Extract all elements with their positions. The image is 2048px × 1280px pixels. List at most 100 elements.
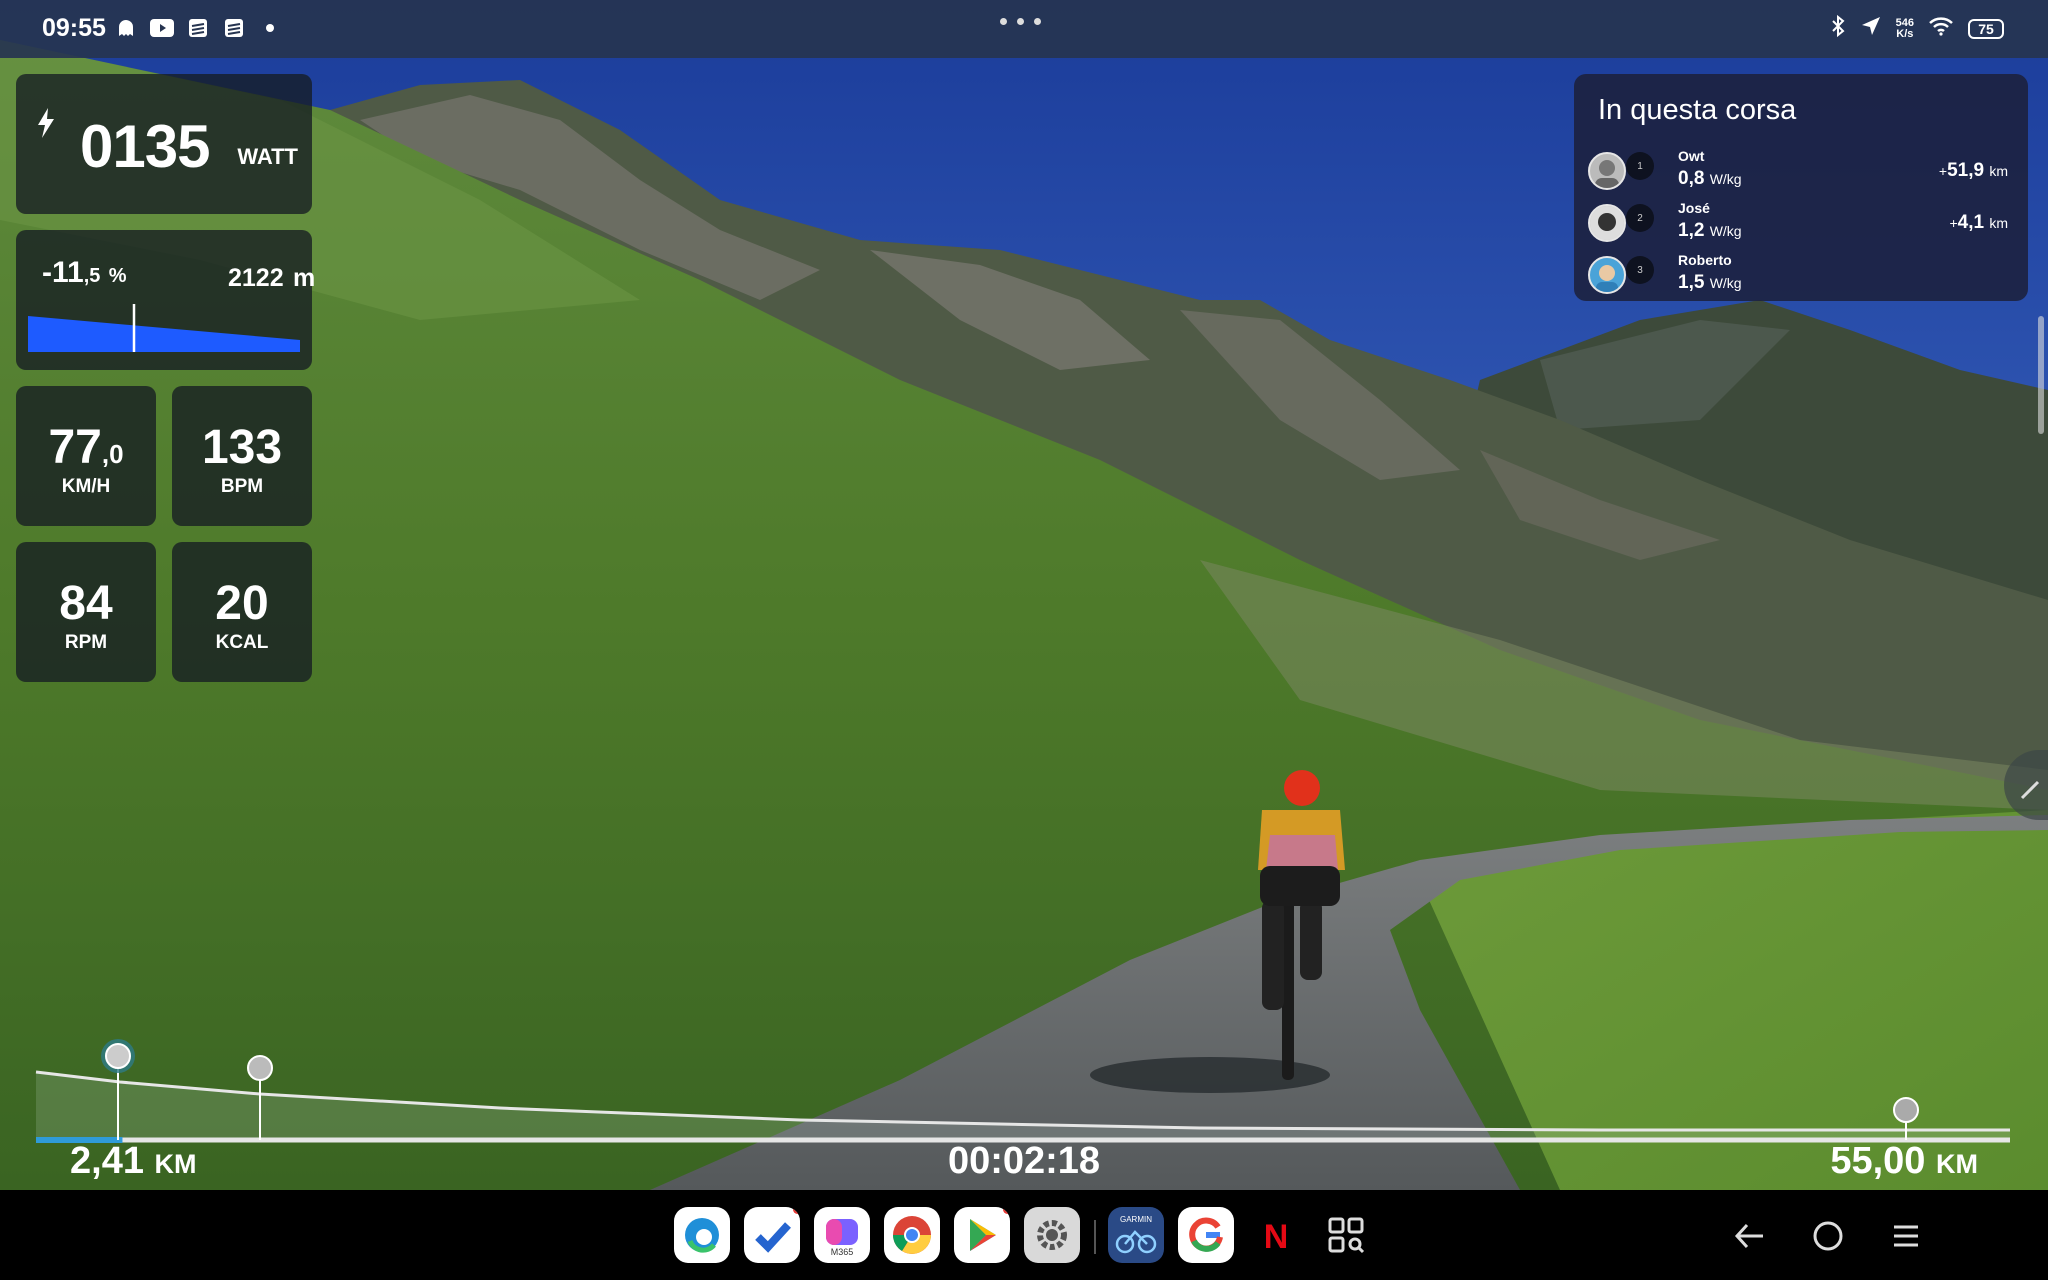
garmin-icon[interactable]: GARMIN: [1108, 1207, 1164, 1263]
netflix-label: N: [1264, 1218, 1289, 1255]
rank-badge: 2: [1626, 204, 1654, 232]
avatar: [1588, 256, 1626, 294]
speed-value: 77,0: [16, 420, 156, 475]
total-distance-value: 55,00: [1830, 1140, 1926, 1182]
stack-app-icon: [186, 16, 210, 40]
rider-wkg-unit: W/kg: [1709, 223, 1742, 239]
rider-gap-unit: km: [1989, 215, 2008, 231]
gradient-profile-graph: [28, 304, 300, 352]
gradient-decimal: ,5: [83, 265, 101, 287]
avatar: [1588, 152, 1626, 190]
ghost-notification-icon: [114, 16, 138, 40]
system-indicators: 546 K/s 75: [1830, 14, 2004, 43]
speed-integer: 77: [48, 421, 102, 474]
stack-app-icon-2: [222, 16, 246, 40]
gradient-value: -11,5 %: [42, 256, 127, 290]
to-do-icon[interactable]: [744, 1207, 800, 1263]
notification-dot: [1003, 1207, 1010, 1214]
rider-wkg: 1,5 W/kg: [1678, 272, 1742, 294]
lightning-icon: [36, 108, 56, 143]
elevation-value: 2122: [228, 264, 284, 292]
rider-gap-unit: km: [1989, 163, 2008, 179]
rider-name: Owt: [1678, 148, 1705, 164]
rider-row[interactable]: 2 José 1,2 W/kg +4,1 km: [1588, 200, 2008, 250]
avatar: [1588, 204, 1626, 242]
heart-rate-value: 133: [201, 421, 283, 474]
power-value: 0135: [80, 113, 210, 180]
m365-icon[interactable]: M365: [814, 1207, 870, 1263]
rider-row[interactable]: 3 Roberto 1,5 W/kg: [1588, 252, 2008, 302]
rider-gap-value: 4,1: [1957, 212, 1985, 233]
settings-icon[interactable]: [1024, 1207, 1080, 1263]
notification-dot: [793, 1207, 800, 1214]
google-icon[interactable]: [1178, 1207, 1234, 1263]
rank-badge: 3: [1626, 256, 1654, 284]
rank-badge: 1: [1626, 152, 1654, 180]
edge-icon[interactable]: [674, 1207, 730, 1263]
netflix-icon[interactable]: N: [1248, 1207, 1304, 1263]
edge-panel-handle[interactable]: [2004, 750, 2048, 820]
elevation-unit: m: [293, 264, 316, 292]
clock: 09:55: [42, 14, 106, 42]
app-drawer-icon[interactable]: [1318, 1207, 1374, 1263]
status-bar: 09:55 546 K/s 75: [0, 0, 2048, 58]
network-speed-unit: K/s: [1896, 27, 1914, 40]
rider-row[interactable]: 1 Owt 0,8 W/kg +51,9 km: [1588, 148, 2008, 198]
scroll-handle[interactable]: [2038, 316, 2044, 434]
rider-wkg-value: 1,2: [1678, 220, 1705, 241]
recents-button[interactable]: [1886, 1216, 1926, 1256]
elapsed-timer: 00:02:18: [947, 1140, 1101, 1182]
window-options-icon[interactable]: [1000, 18, 1041, 25]
rider-wkg: 0,8 W/kg: [1678, 168, 1742, 190]
chrome-icon[interactable]: [884, 1207, 940, 1263]
rider-wkg: 1,2 W/kg: [1678, 220, 1742, 242]
pencil-icon: [2020, 780, 2040, 800]
back-button[interactable]: [1730, 1216, 1770, 1256]
rider-wkg-unit: W/kg: [1709, 171, 1742, 187]
wifi-icon: [1928, 15, 1954, 42]
battery-indicator: 75: [1968, 18, 2004, 39]
calories-unit: KCAL: [215, 632, 269, 653]
notification-icons: [114, 16, 282, 40]
rider-wkg-value: 1,5: [1678, 272, 1705, 293]
rider-gap-value: 51,9: [1947, 160, 1985, 181]
speed-decimal: ,0: [101, 439, 124, 469]
location-arrow-icon: [1860, 15, 1882, 42]
rider-gap: +4,1 km: [1949, 212, 2008, 234]
taskbar-dock: M365 GARMIN N: [0, 1190, 2048, 1280]
m365-label: M365: [831, 1247, 854, 1257]
gradient-integer: -11: [42, 256, 84, 289]
rider-gap-sign: +: [1949, 215, 1958, 231]
home-button[interactable]: [1808, 1216, 1848, 1256]
gradient-tile: -11,5 % 2122 m: [16, 230, 316, 370]
speed-unit: KM/H: [61, 476, 111, 497]
network-speed: 546 K/s: [1895, 16, 1914, 40]
rider-gap: +51,9 km: [1939, 160, 2008, 182]
garmin-label: GARMIN: [1120, 1215, 1152, 1224]
cadence-unit: RPM: [64, 632, 108, 653]
cadence-value: 84: [59, 577, 113, 630]
rider-gap-sign: +: [1938, 163, 1948, 179]
network-speed-value: 546: [1895, 16, 1914, 29]
heart-rate-unit: BPM: [220, 476, 264, 497]
total-distance: 55,00 KM: [1830, 1140, 1978, 1183]
dock-separator: [1094, 1220, 1096, 1254]
rider-wkg-unit: W/kg: [1709, 275, 1742, 291]
gradient-unit: %: [108, 265, 127, 287]
youtube-icon: [150, 16, 174, 40]
rider-wkg-value: 0,8: [1678, 168, 1705, 189]
speed-tile: 77,0 KM/H: [16, 386, 156, 526]
ride-panel-title: In questa corsa: [1598, 94, 1797, 126]
play-store-icon[interactable]: [954, 1207, 1010, 1263]
power-tile: 0135 WATT: [16, 74, 312, 214]
rider-name: Roberto: [1678, 252, 1732, 268]
calories-tile: 20 KCAL: [172, 542, 312, 682]
bluetooth-icon: [1830, 14, 1846, 43]
more-notifications-dot-icon: [258, 16, 282, 40]
power-unit: WATT: [237, 144, 298, 169]
rider-name: José: [1678, 200, 1710, 216]
calories-value: 20: [215, 577, 269, 630]
total-distance-unit: KM: [1936, 1149, 1978, 1179]
cadence-tile: 84 RPM: [16, 542, 156, 682]
heart-rate-tile: 133 BPM: [172, 386, 312, 526]
